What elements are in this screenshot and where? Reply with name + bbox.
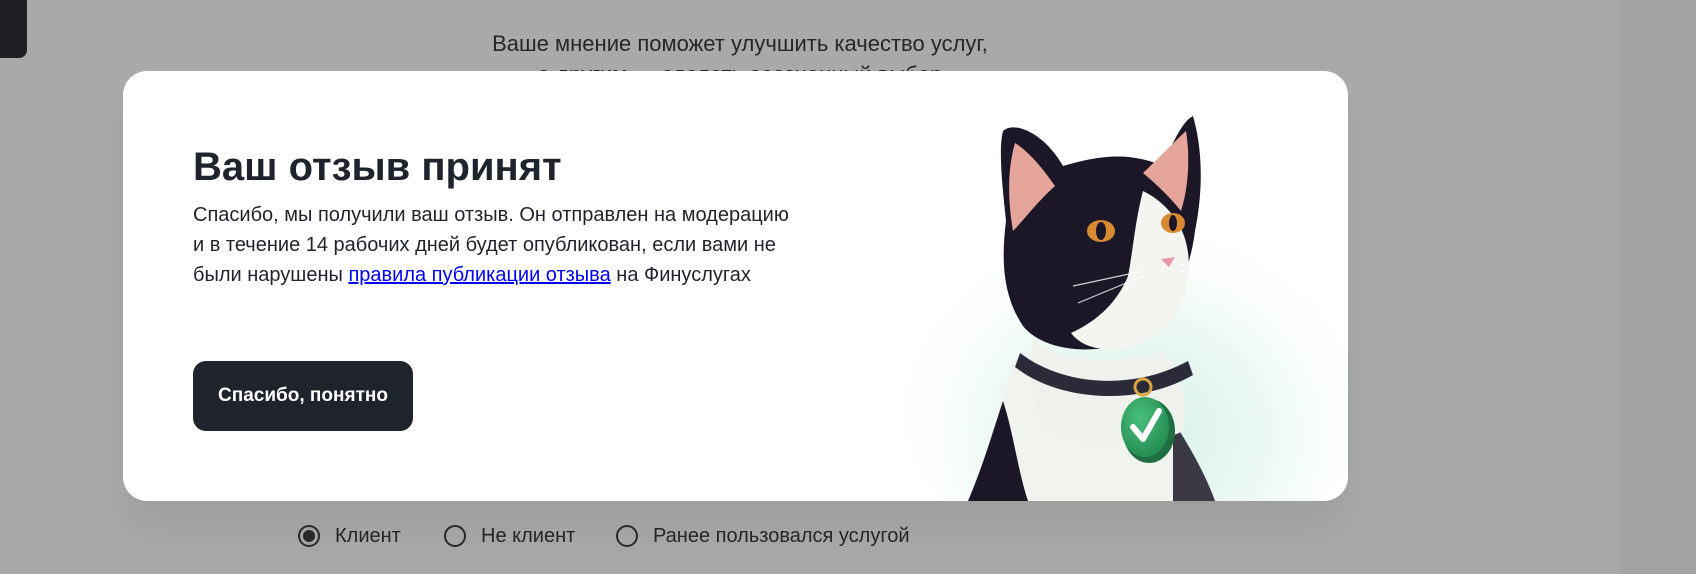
radio-label-former-client: Ранее пользовался услугой (653, 524, 910, 547)
radio-label-client: Клиент (335, 524, 401, 547)
radio-label-not-client: Не клиент (481, 524, 576, 547)
radio-button-icon[interactable] (444, 525, 466, 547)
radio-option-client[interactable]: Клиент (298, 518, 401, 554)
page-side-strip (1620, 0, 1696, 574)
radio-button-selected-icon[interactable] (298, 525, 320, 547)
radio-option-not-client[interactable]: Не клиент (444, 518, 575, 554)
dialog-message-end: на Финуслугах (610, 264, 751, 286)
cat-illustration-icon (893, 116, 1348, 501)
radio-button-icon[interactable] (616, 525, 638, 547)
review-accepted-dialog: Ваш отзыв принят Спасибо, мы получили ва… (123, 71, 1348, 501)
corner-widget-button[interactable] (0, 0, 27, 58)
intro-line-1: Ваше мнение поможет улучшить качество ус… (492, 31, 988, 56)
publication-rules-link[interactable]: правила публикации отзыва (348, 264, 610, 286)
radio-option-former-client[interactable]: Ранее пользовался услугой (616, 518, 910, 554)
confirm-button[interactable]: Спасибо, понятно (193, 361, 413, 431)
dialog-title: Ваш отзыв принят (193, 145, 562, 189)
dialog-message: Спасибо, мы получили ваш отзыв. Он отпра… (193, 200, 793, 290)
